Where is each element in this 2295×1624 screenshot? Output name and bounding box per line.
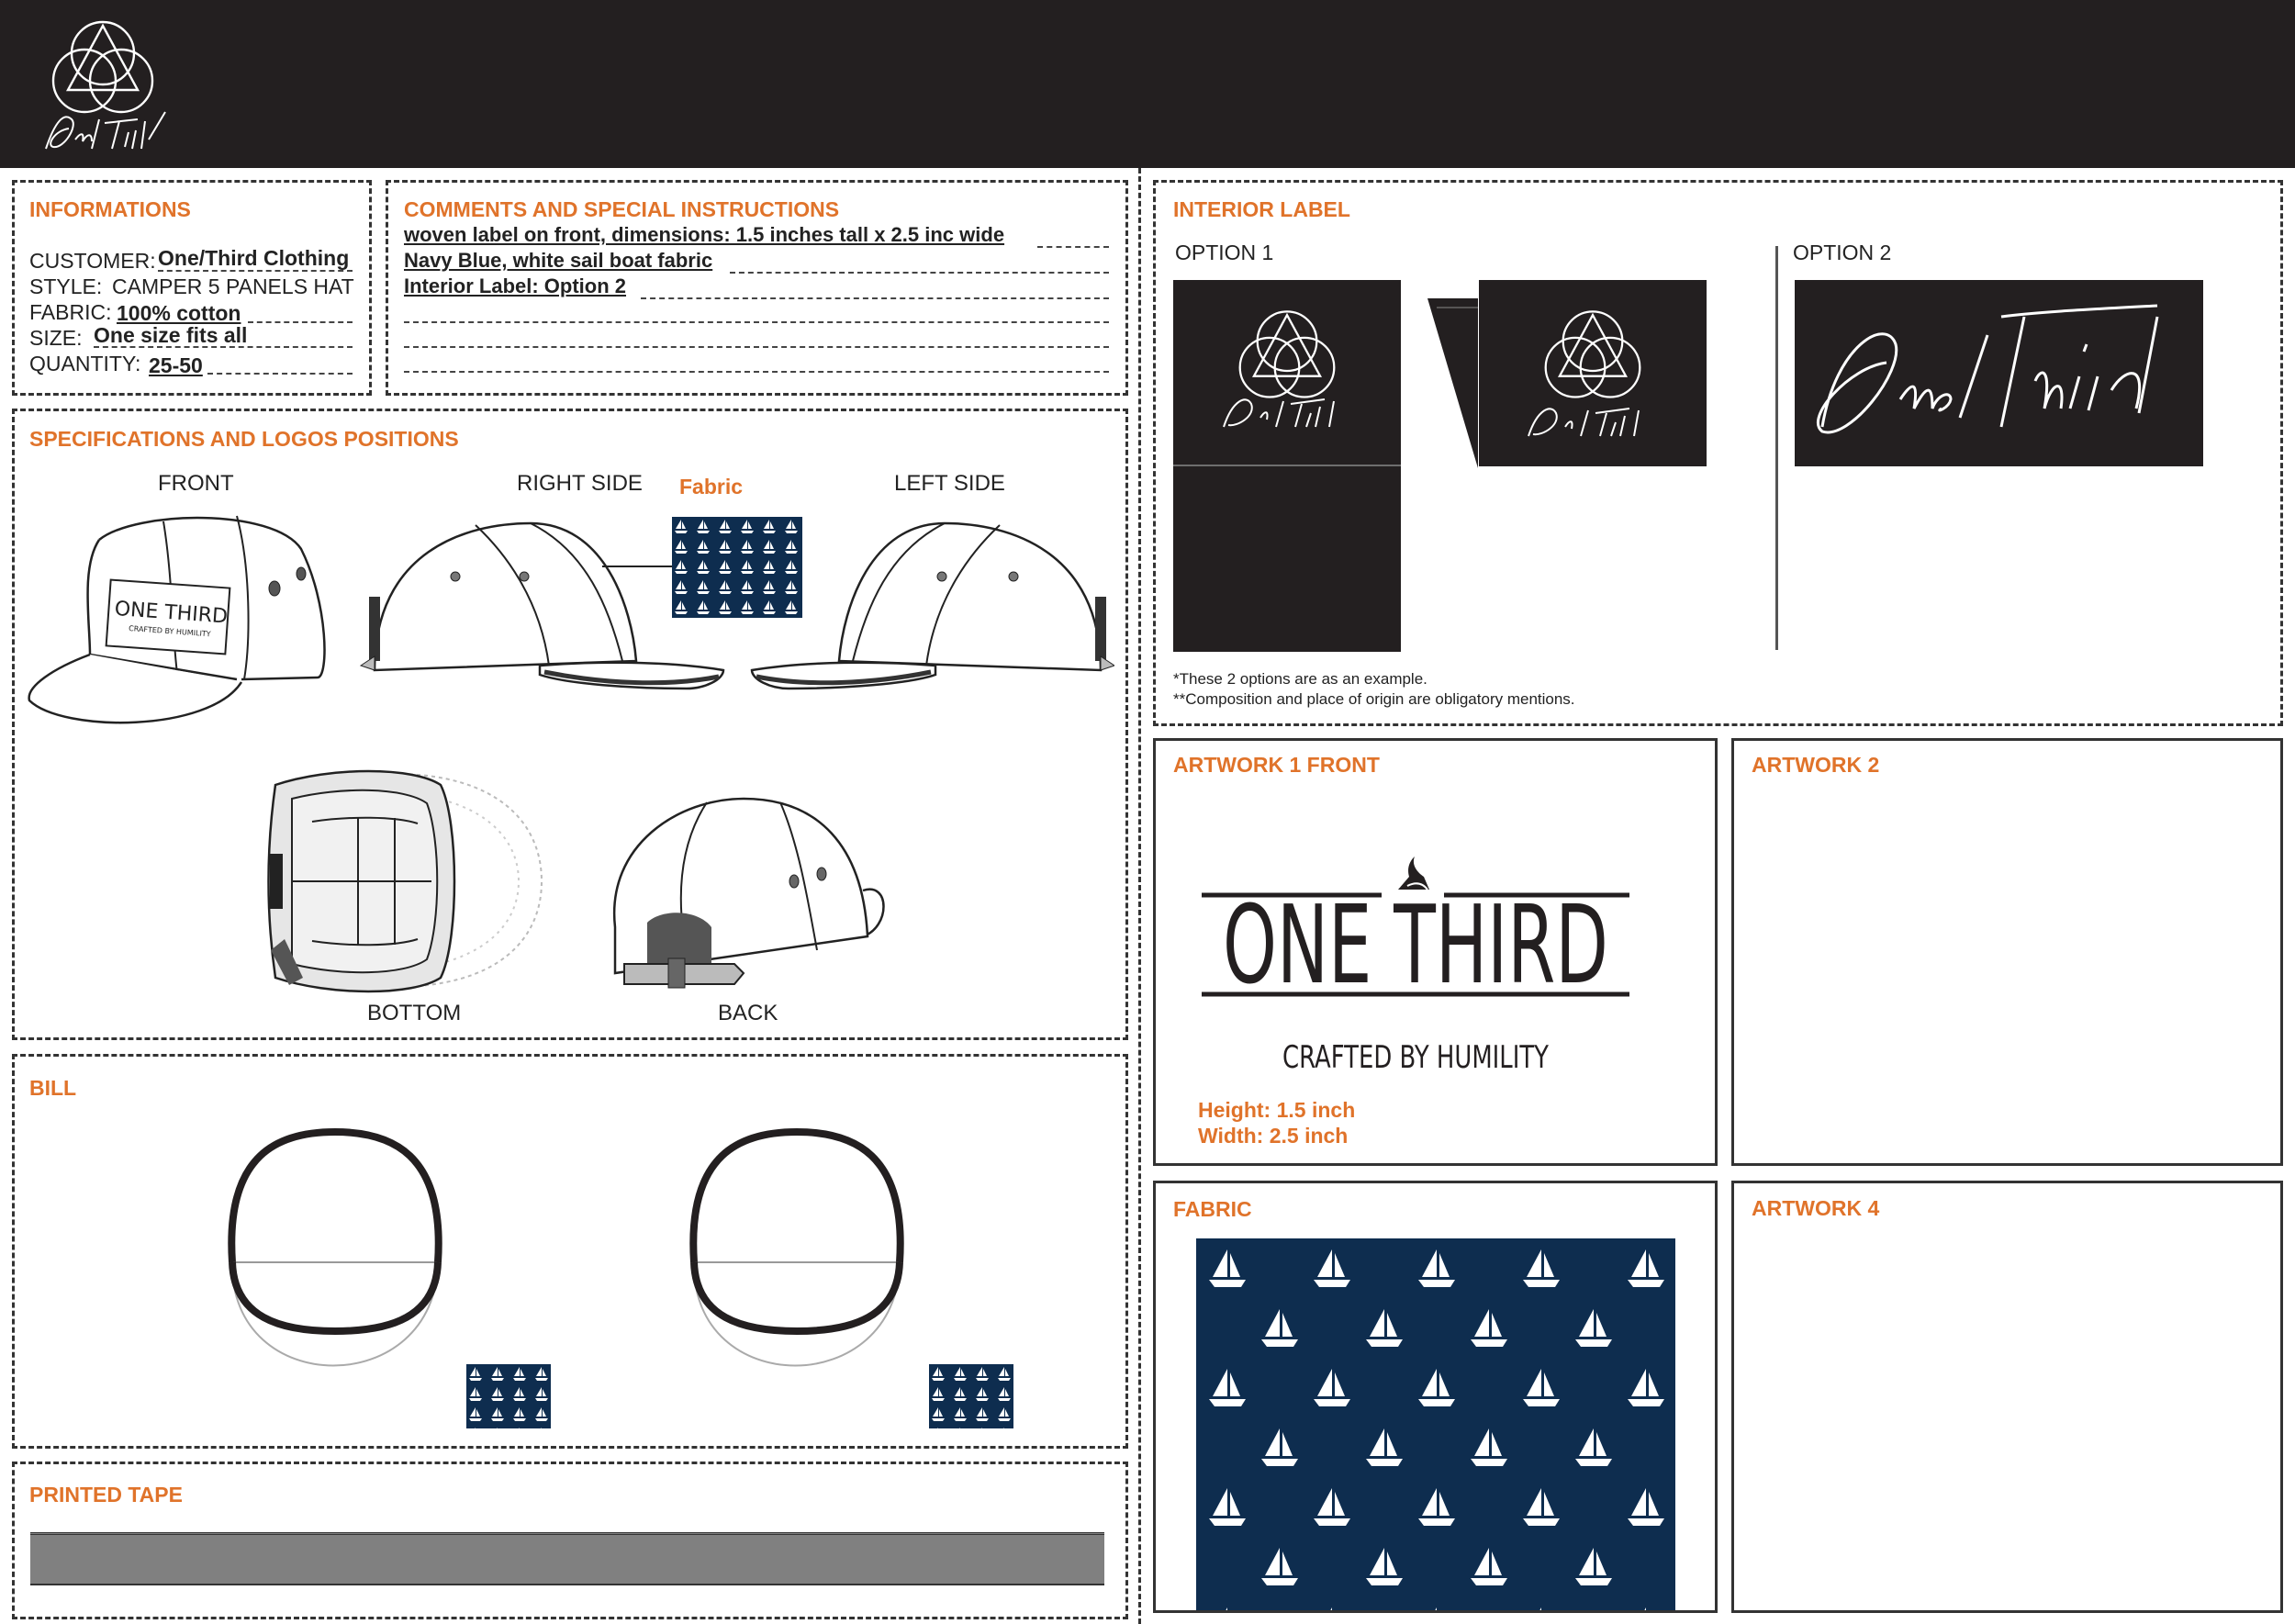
interior-label-title: INTERIOR LABEL [1173,197,1350,221]
artwork1-tagline: CRAFTED BY HUMILITY [1282,1039,1549,1076]
fabric-underline [248,321,353,323]
comment-underline-4 [404,321,1109,323]
option2-label [1795,280,2203,466]
size-value: One size fits all [94,323,248,347]
fabric-value: 100% cotton [117,301,241,325]
comment-line-3: Interior Label: Option 2 [404,274,627,297]
customer-label: CUSTOMER: [29,249,156,273]
left-side-cap-drawing [750,521,1114,690]
fabric-label: FABRIC: [29,300,112,324]
quantity-label: QUANTITY: [29,352,141,375]
comment-underline-3 [641,297,1109,299]
informations-title: INFORMATIONS [29,197,191,221]
artwork2-panel [1731,738,2283,1166]
specifications-title: SPECIFICATIONS AND LOGOS POSITIONS [29,427,459,451]
customer-underline [158,270,353,272]
artwork2-title: ARTWORK 2 [1752,753,1880,777]
bill-top-fabric-swatch [466,1364,551,1428]
right-side-label: RIGHT SIDE [517,471,643,496]
option-divider [1775,246,1778,650]
quantity-value: 25-50 [149,353,203,377]
bill-under-fabric-swatch [929,1364,1013,1428]
bottom-cap-drawing [267,769,543,993]
size-underline [94,346,353,348]
customer-value: One/Third Clothing [158,246,350,270]
front-label: FRONT [158,471,234,496]
option1-label-open [1427,280,1707,468]
artwork1-main-text: ONE THIRD [1223,881,1608,1008]
printed-tape-bar [30,1532,1104,1585]
comment-line-2: Navy Blue, white sail boat fabric [404,249,713,272]
fabric-large-swatch [1196,1238,1675,1610]
left-side-label: LEFT SIDE [894,471,1005,496]
size-label: SIZE: [29,326,83,350]
back-label: BACK [718,1001,778,1025]
comment-underline-2 [730,272,1109,274]
bill-top-drawing [228,1127,442,1367]
artwork1-width: Width: 2.5 inch [1198,1124,1349,1148]
printed-tape-title: PRINTED TAPE [29,1483,183,1506]
artwork4-panel [1731,1181,2283,1613]
style-label: STYLE: [29,274,103,298]
comment-line-1: woven label on front, dimensions: 1.5 in… [404,223,1005,246]
comment-underline-1 [1037,246,1109,248]
artwork1-height: Height: 1.5 inch [1198,1098,1356,1122]
header-bar [0,0,2295,168]
interior-note-2: **Composition and place of origin are ob… [1173,690,1575,708]
artwork1-logo: ONE THIRD [1202,857,1629,1008]
option1-label-folded [1173,280,1401,652]
bottom-label: BOTTOM [367,1001,462,1025]
brand-logo [45,20,166,150]
comment-underline-6 [404,371,1109,373]
front-cap-drawing: ONE THIRD CRAFTED BY HUMILITY [28,515,326,724]
comment-underline-5 [404,346,1109,348]
interior-note-1: *These 2 options are as an example. [1173,670,1427,688]
quantity-underline [207,373,353,375]
comments-title: COMMENTS AND SPECIAL INSTRUCTIONS [404,197,840,221]
option2-label: OPTION 2 [1793,241,1892,264]
artwork1-title: ARTWORK 1 FRONT [1173,753,1380,777]
style-value: CAMPER 5 PANELS HAT [112,274,354,298]
back-cap-drawing [612,797,885,989]
option1-label: OPTION 1 [1175,241,1274,264]
artwork4-title: ARTWORK 4 [1752,1196,1880,1220]
bill-under-drawing [689,1127,904,1367]
center-divider [1138,168,1141,1624]
artwork1-sub-text: CRAFTED BY HUMILITY [1282,1039,1549,1076]
fabric-title: FABRIC [1173,1197,1252,1221]
bill-title: BILL [29,1076,77,1100]
fabric-swatch-label: Fabric [679,475,744,498]
